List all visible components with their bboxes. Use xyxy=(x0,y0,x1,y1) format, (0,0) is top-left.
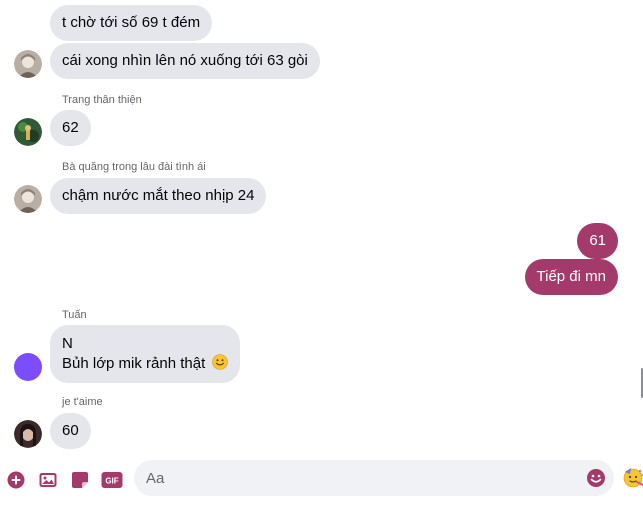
avatar[interactable] xyxy=(14,353,42,381)
avatar[interactable] xyxy=(14,50,42,78)
party-emoji-icon xyxy=(623,468,643,488)
avatar-photo-icon xyxy=(14,420,42,448)
sender-name: Tuấn xyxy=(62,309,87,321)
avatar[interactable] xyxy=(14,420,42,448)
message-bubble[interactable]: cái xong nhìn lên nó xuống tới 63 gòi xyxy=(50,43,320,79)
sender-name: je t'aime xyxy=(62,396,103,408)
message-bubble[interactable]: 62 xyxy=(50,110,91,146)
emoji-button[interactable] xyxy=(586,468,606,488)
message-text: 60 xyxy=(62,422,79,439)
message-bubble-outgoing[interactable]: Tiếp đi mn xyxy=(524,259,618,295)
message-bubble[interactable]: 60 xyxy=(50,413,91,449)
sticker-icon xyxy=(72,472,88,488)
attach-photo-button[interactable] xyxy=(38,470,58,490)
message-text: t chờ tới số 69 t đém xyxy=(62,14,201,31)
smile-emoji-icon xyxy=(212,354,229,370)
message-text: Tiếp đi mn xyxy=(536,268,606,285)
message-bubble-outgoing[interactable]: 61 xyxy=(577,223,618,259)
plus-circle-icon xyxy=(7,471,25,489)
message-bubble[interactable]: N Bủh lớp mik rảnh thật xyxy=(50,325,241,383)
smile-emoji-icon xyxy=(587,469,605,487)
sticker-button[interactable] xyxy=(70,470,90,490)
message-thread: t chờ tới số 69 t đém cái xong nhìn lên … xyxy=(0,0,643,458)
avatar-photo-icon xyxy=(14,50,42,78)
message-bubble[interactable]: chậm nước mắt theo nhịp 24 xyxy=(50,178,267,214)
sender-name: Bà quăng trong lâu đài tình ái xyxy=(62,161,206,173)
message-text: cái xong nhìn lên nó xuống tới 63 gòi xyxy=(62,52,308,69)
avatar[interactable] xyxy=(14,118,42,146)
message-text: Bủh lớp mik rảnh thật xyxy=(62,355,206,372)
message-text: 62 xyxy=(62,119,79,136)
message-input[interactable] xyxy=(146,460,576,496)
gif-button[interactable]: GIF xyxy=(101,470,123,490)
image-icon xyxy=(39,473,57,487)
avatar-photo-icon xyxy=(14,185,42,213)
message-text: 61 xyxy=(589,232,606,249)
message-input-wrapper[interactable] xyxy=(134,460,614,496)
message-text: chậm nước mắt theo nhịp 24 xyxy=(62,187,255,204)
avatar-photo-icon xyxy=(14,118,42,146)
message-text: N xyxy=(62,335,73,352)
avatar[interactable] xyxy=(14,185,42,213)
quick-reaction-button[interactable] xyxy=(622,466,643,488)
more-actions-button[interactable] xyxy=(6,470,26,490)
message-composer: GIF xyxy=(0,458,643,508)
gif-icon: GIF xyxy=(101,472,123,488)
gif-label: GIF xyxy=(105,477,118,486)
sender-name: Trang thân thiện xyxy=(62,94,142,106)
message-bubble[interactable]: t chờ tới số 69 t đém xyxy=(50,5,213,41)
